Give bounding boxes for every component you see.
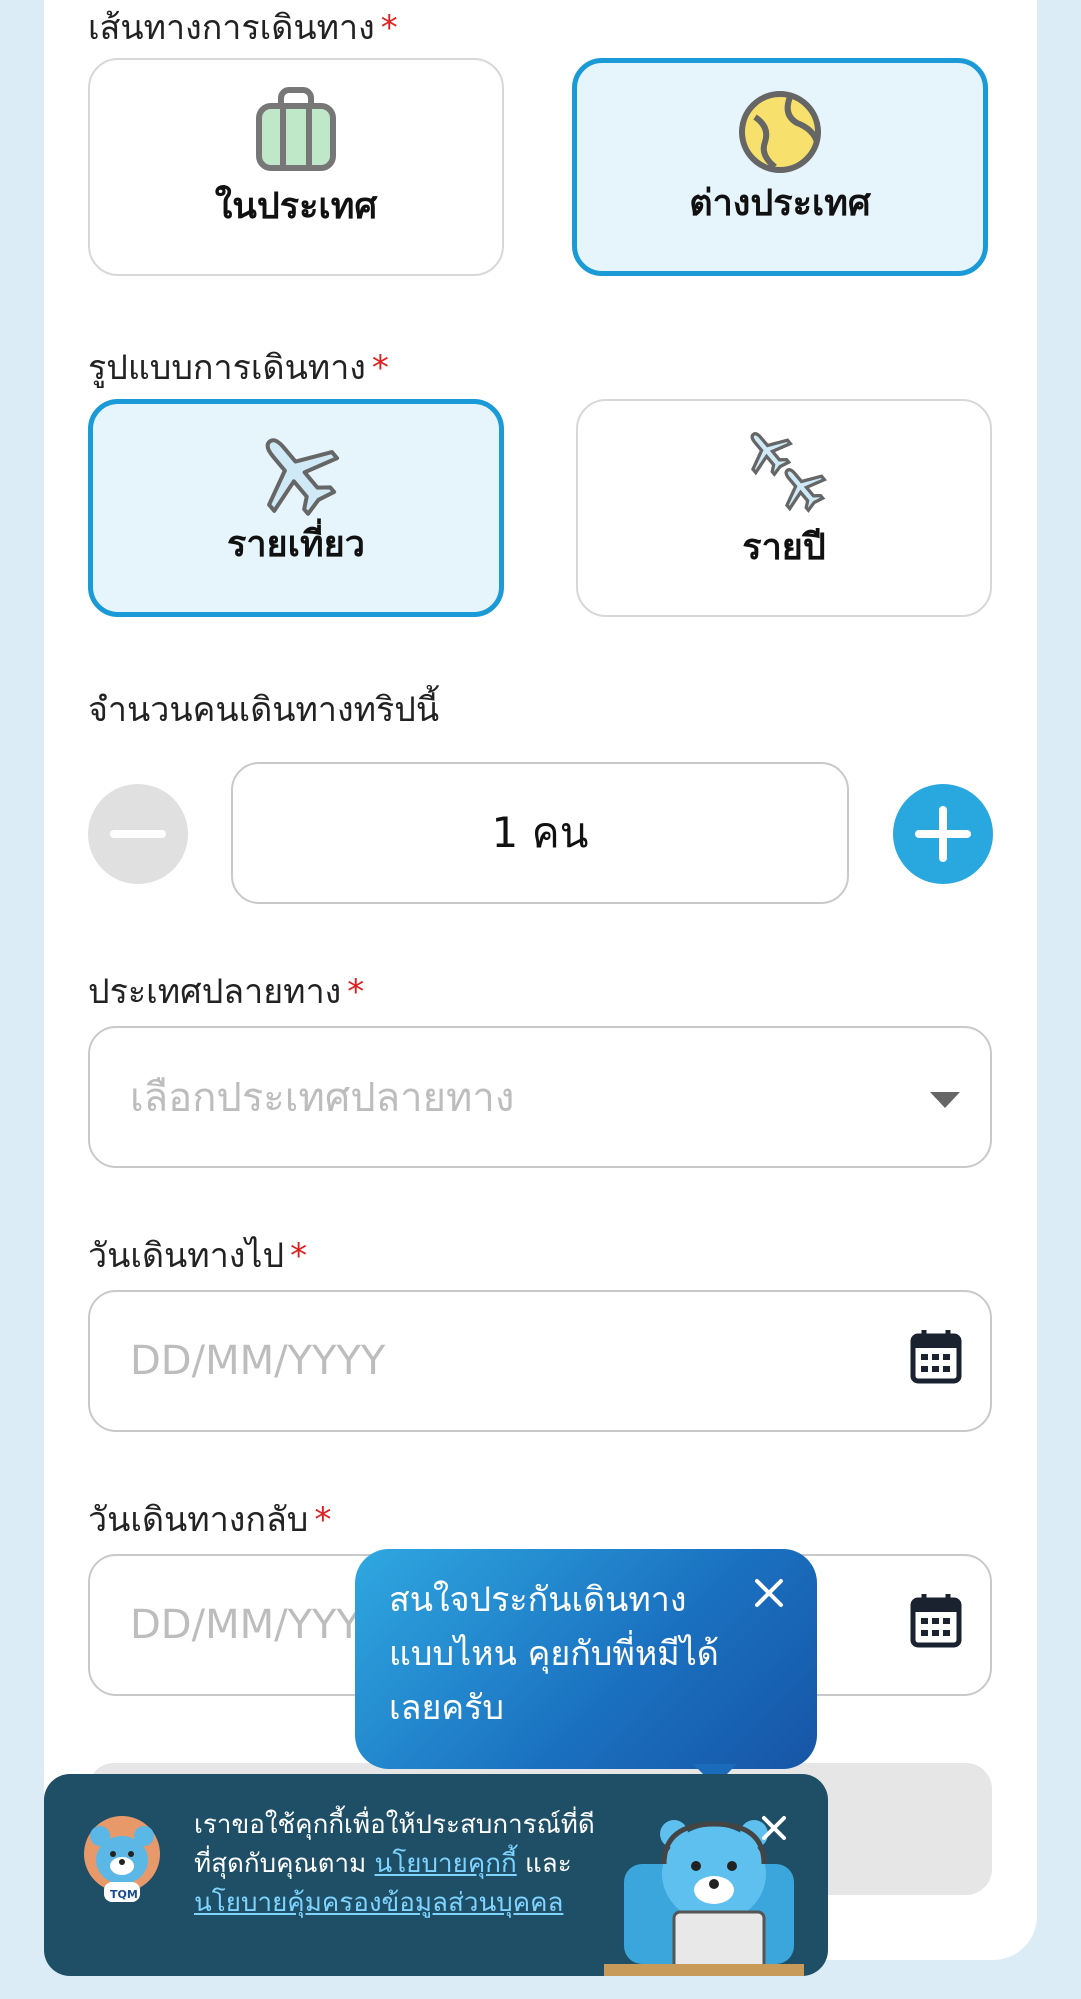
trip-single-label: รายเที่ยว	[227, 524, 365, 565]
minus-icon	[110, 830, 166, 838]
route-international-label: ต่างประเทศ	[689, 183, 871, 224]
luggage-icon	[251, 84, 341, 178]
chat-bubble-line2: แบบไหน คุยกับพี่หมีได้	[389, 1634, 719, 1674]
depart-date-label: วันเดินทางไป *	[88, 1236, 308, 1276]
depart-date-input[interactable]: DD/MM/YYYY	[88, 1290, 992, 1432]
travelers-count-value: 1 คน	[491, 808, 589, 857]
calendar-icon[interactable]	[910, 1592, 962, 1658]
route-international-option[interactable]: ต่างประเทศ	[572, 58, 988, 276]
route-domestic-option[interactable]: ในประเทศ	[88, 58, 504, 276]
close-icon[interactable]	[751, 1575, 787, 1611]
chat-promo-bubble[interactable]: สนใจประกันเดินทาง แบบไหน คุยกับพี่หมีได้…	[355, 1549, 817, 1769]
chat-bubble-line3: เลยครับ	[389, 1688, 504, 1728]
return-date-label: วันเดินทางกลับ *	[88, 1500, 332, 1540]
destination-placeholder: เลือกประเทศปลายทาง	[130, 1075, 515, 1121]
calendar-icon[interactable]	[910, 1328, 962, 1394]
travelers-count-field[interactable]: 1 คน	[231, 762, 849, 904]
trip-single-option[interactable]: รายเที่ยว	[88, 399, 504, 617]
tqm-logo-text: TQM	[110, 1888, 138, 1901]
chat-bubble-line1: สนใจประกันเดินทาง	[389, 1580, 687, 1620]
chevron-down-icon	[928, 1074, 962, 1120]
cookie-policy-link[interactable]: นโยบายคุกกี้	[375, 1849, 517, 1879]
cookie-message: เราขอใช้คุกกี้เพื่อให้ประสบการณ์ที่ดีที่…	[194, 1810, 595, 1918]
two-airplanes-icon	[739, 425, 829, 519]
trip-type-label: รูปแบบการเดินทาง *	[88, 348, 389, 388]
cookie-consent-banner: TQM เราขอใช้คุกกี้เพื่อให้ประสบการณ์ที่ด…	[44, 1774, 828, 1976]
airplane-icon	[251, 428, 341, 522]
trip-annual-option[interactable]: รายปี	[576, 399, 992, 617]
destination-label: ประเทศปลายทาง *	[88, 972, 365, 1012]
travelers-label: จำนวนคนเดินทางทริปนี้	[88, 690, 440, 730]
privacy-policy-link[interactable]: นโยบายคุ้มครองข้อมูลส่วนบุคคล	[194, 1888, 563, 1918]
destination-select[interactable]: เลือกประเทศปลายทาง	[88, 1026, 992, 1168]
depart-date-placeholder: DD/MM/YYYY	[130, 1338, 386, 1384]
route-domestic-label: ในประเทศ	[214, 186, 378, 227]
decrease-travelers-button[interactable]	[88, 784, 188, 884]
return-date-placeholder: DD/MM/YYYY	[130, 1602, 386, 1648]
plus-icon	[915, 806, 971, 862]
close-icon[interactable]	[760, 1814, 788, 1842]
trip-annual-label: รายปี	[742, 527, 826, 568]
route-label: เส้นทางการเดินทาง *	[88, 8, 398, 48]
increase-travelers-button[interactable]	[893, 784, 993, 884]
bear-agent-illustration	[604, 1820, 804, 1976]
globe-icon	[735, 87, 825, 181]
